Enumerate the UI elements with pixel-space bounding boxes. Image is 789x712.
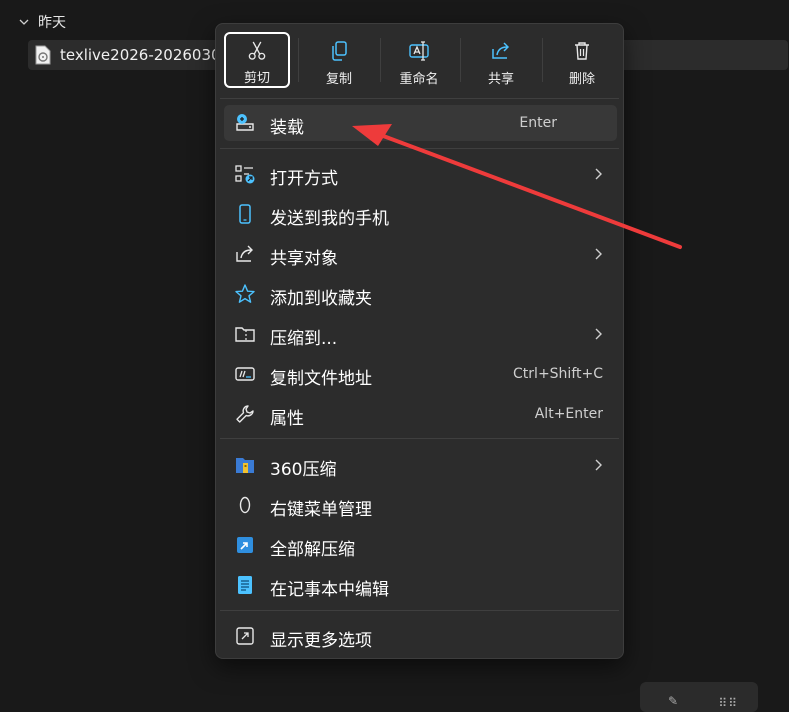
menu-divider <box>220 438 619 439</box>
menu-item-copy-path[interactable]: 复制文件地址 Ctrl+Shift+C <box>224 356 617 392</box>
menu-item-label: 360压缩 <box>270 460 337 480</box>
trash-icon <box>575 42 589 60</box>
shortcut-text: Enter <box>519 115 557 131</box>
star-icon <box>234 283 256 305</box>
menu-item-label: 全部解压缩 <box>270 540 355 560</box>
rename-button[interactable]: 重命名 <box>386 32 452 88</box>
menu-item-label: 在记事本中编辑 <box>270 580 389 600</box>
menu-item-extract-all[interactable]: 全部解压缩 <box>224 527 617 563</box>
menu-item-label: 共享对象 <box>270 249 338 269</box>
menu-item-label: 压缩到... <box>270 329 338 349</box>
delete-label: 删除 <box>568 72 595 87</box>
open-with-icon <box>234 163 256 185</box>
disc-image-file-icon <box>35 45 51 65</box>
menu-item-context-manager[interactable]: 右键菜单管理 <box>224 487 617 523</box>
menu-item-label: 打开方式 <box>270 169 338 189</box>
menu-divider <box>220 98 619 99</box>
context-toolbar: 剪切 复制 重命名 共享 删除 <box>216 24 623 98</box>
menu-item-compress-to[interactable]: 压缩到... <box>224 316 617 352</box>
more-options-icon <box>234 625 256 647</box>
menu-item-360-zip[interactable]: 360压缩 <box>224 447 617 483</box>
menu-item-label: 属性 <box>270 409 304 429</box>
menu-item-label: 显示更多选项 <box>270 631 372 651</box>
share-button[interactable]: 共享 <box>468 32 534 88</box>
menu-divider <box>220 610 619 611</box>
mount-icon <box>234 112 256 134</box>
scissors-icon <box>248 41 266 60</box>
menu-item-share-with[interactable]: 共享对象 <box>224 236 617 272</box>
menu-item-label: 复制文件地址 <box>270 369 372 389</box>
toolbar-divider <box>380 38 381 82</box>
rename-label: 重命名 <box>399 72 439 87</box>
rename-icon <box>409 41 429 61</box>
menu-item-label: 装载 <box>270 118 304 138</box>
zero-icon <box>234 494 256 516</box>
extract-icon <box>234 534 256 556</box>
menu-item-open-with[interactable]: 打开方式 <box>224 156 617 192</box>
menu-item-add-favorite[interactable]: 添加到收藏夹 <box>224 276 617 312</box>
delete-button[interactable]: 删除 <box>549 32 615 88</box>
group-label: 昨天 <box>38 15 66 31</box>
grid-dots-icon: ⠿⠿ <box>718 696 738 710</box>
copy-icon <box>332 41 347 61</box>
context-menu: 剪切 复制 重命名 共享 删除 装载 Enter 打开方式 发送到我的手机 共享… <box>215 23 624 659</box>
path-icon <box>234 363 256 385</box>
cut-label: 剪切 <box>243 71 270 86</box>
group-header-yesterday[interactable]: 昨天 <box>18 12 66 32</box>
chevron-right-icon <box>595 328 602 340</box>
zip-folder-icon <box>234 323 256 345</box>
share-arrow-icon <box>234 243 256 265</box>
toolbar-divider <box>460 38 461 82</box>
menu-item-mount[interactable]: 装载 Enter <box>224 105 617 141</box>
chevron-right-icon <box>595 248 602 260</box>
share-label: 共享 <box>487 72 514 87</box>
copy-button[interactable]: 复制 <box>306 32 372 88</box>
file-name: texlive2026-20260301 <box>60 46 231 64</box>
toolbar-divider <box>298 38 299 82</box>
shortcut-text: Alt+Enter <box>534 406 603 422</box>
menu-item-label: 右键菜单管理 <box>270 500 372 520</box>
shortcut-text: Ctrl+Shift+C <box>513 366 603 382</box>
chevron-down-icon <box>19 19 29 25</box>
menu-item-send-to-phone[interactable]: 发送到我的手机 <box>224 196 617 232</box>
toolbar-divider <box>542 38 543 82</box>
copy-label: 复制 <box>325 72 352 87</box>
chevron-right-icon <box>595 459 602 471</box>
wrench-icon <box>234 403 256 425</box>
notepad-icon <box>234 574 256 596</box>
chevron-right-icon <box>595 168 602 180</box>
menu-item-label: 添加到收藏夹 <box>270 289 372 309</box>
pin-icon: ✎ <box>668 694 679 708</box>
menu-divider <box>220 148 619 149</box>
share-icon <box>492 42 510 59</box>
menu-item-edit-notepad[interactable]: 在记事本中编辑 <box>224 567 617 603</box>
menu-item-properties[interactable]: 属性 Alt+Enter <box>224 396 617 432</box>
menu-item-label: 发送到我的手机 <box>270 209 389 229</box>
menu-item-more-options[interactable]: 显示更多选项 <box>224 618 617 654</box>
cut-button[interactable]: 剪切 <box>224 32 290 88</box>
phone-icon <box>234 203 256 225</box>
status-widget[interactable]: ✎ ⠿⠿ <box>640 682 758 712</box>
zip-360-icon <box>234 454 256 476</box>
